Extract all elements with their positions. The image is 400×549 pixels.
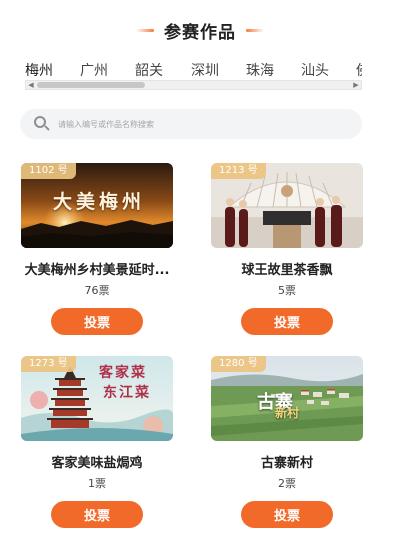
entry-thumbnail[interactable]: 1213 号: [211, 163, 363, 248]
tab-meizhou[interactable]: 梅州: [25, 60, 53, 84]
tab-label: 佛: [356, 63, 362, 79]
entry-title[interactable]: 球王故里茶香飘: [211, 259, 363, 278]
vote-button[interactable]: 投票: [241, 308, 333, 335]
title-decoration-left: [136, 28, 154, 32]
thumbnail-caption-2: 东江菜: [103, 385, 151, 401]
entry-title[interactable]: 古寨新村: [211, 452, 363, 471]
vote-count: 5票: [278, 284, 296, 297]
vote-count: 2票: [278, 477, 296, 490]
thumbnail-caption: 客家菜: [99, 365, 147, 381]
tab-label: 汕头: [301, 63, 329, 79]
entry-card[interactable]: 古寨 新村 1280 号 古寨新村 2票 投票: [211, 356, 363, 528]
vote-button[interactable]: 投票: [51, 501, 143, 528]
vote-button[interactable]: 投票: [241, 501, 333, 528]
entry-thumbnail[interactable]: 客家菜 东江菜 1273 号: [21, 356, 173, 441]
tab-zhuhai[interactable]: 珠海: [246, 60, 274, 80]
vote-count: 76票: [84, 284, 110, 297]
scrollbar-thumb[interactable]: [37, 82, 145, 88]
tab-label: 深圳: [191, 63, 219, 79]
entry-card[interactable]: 1213 号 球王故里茶香飘 5票 投票: [211, 163, 363, 335]
tab-guangzhou[interactable]: 广州: [80, 60, 108, 80]
entry-number-badge: 1102 号: [21, 163, 76, 179]
tab-label: 珠海: [246, 63, 274, 79]
scroll-right-arrow-icon[interactable]: ▶: [351, 81, 361, 89]
tab-scrollbar[interactable]: ◀ ▶: [25, 80, 362, 90]
entry-number-badge: 1273 号: [21, 356, 76, 372]
entry-thumbnail[interactable]: 古寨 新村 1280 号: [211, 356, 363, 441]
thumbnail-caption: 大美梅州: [53, 191, 146, 213]
tab-shenzhen[interactable]: 深圳: [191, 60, 219, 80]
tab-label: 广州: [80, 63, 108, 79]
tab-label: 梅州: [25, 63, 53, 79]
tab-foshan[interactable]: 佛: [356, 60, 362, 80]
tab-label: 韶关: [135, 63, 163, 79]
title-decoration-right: [246, 28, 264, 32]
vote-count: 1票: [88, 477, 106, 490]
page-title: 参赛作品: [164, 22, 236, 43]
search-bar[interactable]: [20, 109, 362, 139]
search-input[interactable]: [58, 119, 338, 129]
entry-title[interactable]: 客家美味盐焗鸡: [21, 452, 173, 471]
scroll-left-arrow-icon[interactable]: ◀: [26, 81, 36, 89]
entry-number-badge: 1280 号: [211, 356, 266, 372]
entry-thumbnail[interactable]: 大美梅州 1102 号: [21, 163, 173, 248]
vote-button[interactable]: 投票: [51, 308, 143, 335]
tab-shantou[interactable]: 汕头: [301, 60, 329, 80]
entry-number-badge: 1213 号: [211, 163, 266, 179]
entry-card[interactable]: 大美梅州 1102 号 大美梅州乡村美景延时... 76票 投票: [21, 163, 173, 335]
entry-title[interactable]: 大美梅州乡村美景延时...: [21, 259, 173, 278]
section-header: 参赛作品: [0, 16, 400, 44]
search-icon: [34, 116, 50, 132]
thumbnail-caption-2: 新村: [275, 406, 300, 420]
entry-card[interactable]: 客家菜 东江菜 1273 号 客家美味盐焗鸡 1票 投票: [21, 356, 173, 528]
tab-shaoguan[interactable]: 韶关: [135, 60, 163, 80]
